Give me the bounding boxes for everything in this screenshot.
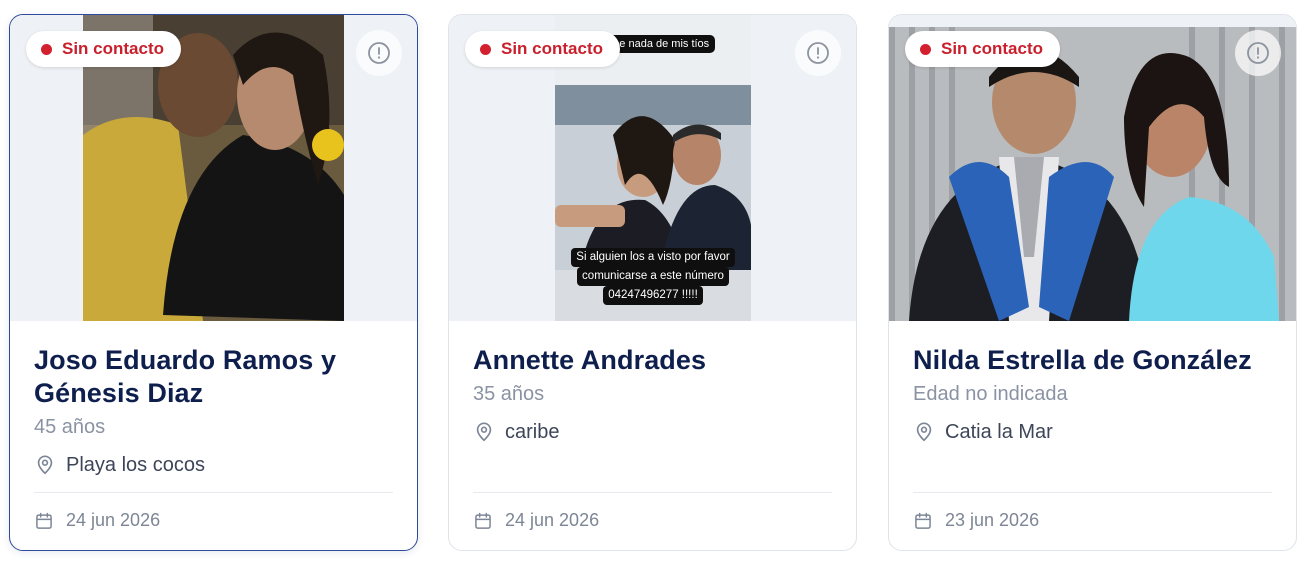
alert-circle-icon bbox=[1247, 42, 1269, 64]
person-name: Joso Eduardo Ramos y Génesis Diaz bbox=[34, 345, 337, 408]
card-footer: 24 jun 2026 bbox=[473, 492, 832, 550]
person-card[interactable]: Sin contacto Nilda Estrella de González … bbox=[888, 14, 1297, 551]
map-pin-icon bbox=[916, 422, 932, 442]
date-label: 24 jun 2026 bbox=[505, 510, 600, 530]
status-dot bbox=[920, 43, 931, 55]
person-age: 45 años bbox=[34, 416, 106, 438]
status-label: Sin contacto bbox=[62, 39, 165, 58]
card-footer: 23 jun 2026 bbox=[913, 492, 1272, 550]
status-label: Sin contacto bbox=[941, 39, 1044, 58]
report-button[interactable] bbox=[1235, 30, 1281, 76]
calendar-icon bbox=[475, 512, 491, 529]
photo-caption-bottom: Si alguien los a visto por favor comunic… bbox=[565, 248, 741, 305]
status-badge: Sin contacto bbox=[905, 31, 1061, 67]
calendar-icon bbox=[36, 512, 52, 529]
person-location: Catia la Mar bbox=[913, 419, 1272, 445]
location-label: Playa los cocos bbox=[66, 454, 205, 476]
person-location: Playa los cocos bbox=[34, 452, 393, 478]
date-label: 23 jun 2026 bbox=[945, 510, 1040, 530]
person-card[interactable]: Yo no se nada de mis tíos Si alguien los… bbox=[448, 14, 857, 551]
status-dot bbox=[41, 43, 52, 55]
location-label: Catia la Mar bbox=[945, 421, 1053, 443]
alert-circle-icon bbox=[807, 42, 829, 64]
status-dot bbox=[480, 43, 491, 55]
report-button[interactable] bbox=[795, 30, 841, 76]
card-photo-area: Yo no se nada de mis tíos Si alguien los… bbox=[449, 15, 856, 321]
person-name: Nilda Estrella de González bbox=[913, 345, 1252, 375]
map-pin-icon bbox=[476, 422, 492, 442]
map-pin-icon bbox=[37, 455, 53, 475]
calendar-icon bbox=[915, 512, 931, 529]
person-location: caribe bbox=[473, 419, 832, 445]
date-label: 24 jun 2026 bbox=[66, 510, 161, 530]
person-name: Annette Andrades bbox=[473, 345, 707, 375]
person-age: 35 años bbox=[473, 383, 545, 405]
alert-circle-icon bbox=[368, 42, 390, 64]
status-badge: Sin contacto bbox=[465, 31, 621, 67]
person-card[interactable]: Sin contacto Joso Eduardo Ramos y Génesi… bbox=[9, 14, 418, 551]
card-footer: 24 jun 2026 bbox=[34, 492, 393, 550]
report-button[interactable] bbox=[356, 30, 402, 76]
status-label: Sin contacto bbox=[501, 39, 604, 58]
person-age: Edad no indicada bbox=[913, 383, 1068, 405]
person-photo bbox=[889, 27, 1296, 321]
location-label: caribe bbox=[505, 421, 560, 443]
card-photo-area: Sin contacto bbox=[10, 15, 417, 321]
card-photo-area: Sin contacto bbox=[889, 15, 1296, 321]
status-badge: Sin contacto bbox=[26, 31, 182, 67]
